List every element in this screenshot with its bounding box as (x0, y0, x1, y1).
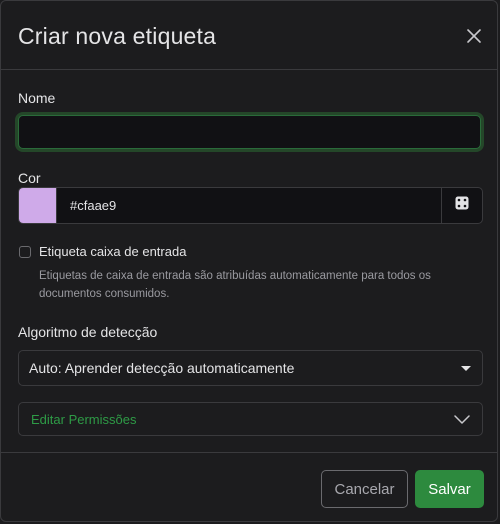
dialog-header: Criar nova etiqueta (1, 1, 497, 70)
dialog-title: Criar nova etiqueta (18, 23, 217, 49)
save-button[interactable]: Salvar (415, 470, 484, 508)
dialog-footer: Cancelar Salvar (1, 452, 497, 523)
caret-down-icon (461, 366, 471, 371)
color-picker: #cfaae9 (18, 187, 483, 224)
algorithm-selected-value: Auto: Aprender detecção automaticamente (29, 360, 295, 376)
color-value[interactable]: #cfaae9 (57, 188, 441, 223)
edit-permissions-label: Editar Permissões (31, 411, 137, 427)
create-tag-dialog: Criar nova etiqueta Nome Cor #cfaae9 Eti… (0, 0, 498, 522)
color-label: Cor (18, 170, 41, 186)
algorithm-select[interactable]: Auto: Aprender detecção automaticamente (18, 350, 483, 386)
algorithm-label: Algoritmo de detecção (18, 324, 158, 340)
cancel-button[interactable]: Cancelar (321, 470, 408, 508)
inbox-tag-help: Etiquetas de caixa de entrada são atribu… (39, 270, 431, 300)
inbox-tag-checkbox[interactable] (19, 246, 31, 258)
inbox-tag-label[interactable]: Etiqueta caixa de entrada (39, 244, 186, 259)
dice-icon (454, 195, 470, 216)
chevron-down-icon (454, 412, 470, 429)
name-input[interactable] (18, 115, 481, 149)
name-label: Nome (18, 90, 56, 106)
edit-permissions-accordion[interactable]: Editar Permissões (18, 402, 483, 436)
random-color-button[interactable] (441, 188, 482, 223)
color-swatch[interactable] (19, 188, 57, 223)
close-icon[interactable] (465, 27, 483, 45)
